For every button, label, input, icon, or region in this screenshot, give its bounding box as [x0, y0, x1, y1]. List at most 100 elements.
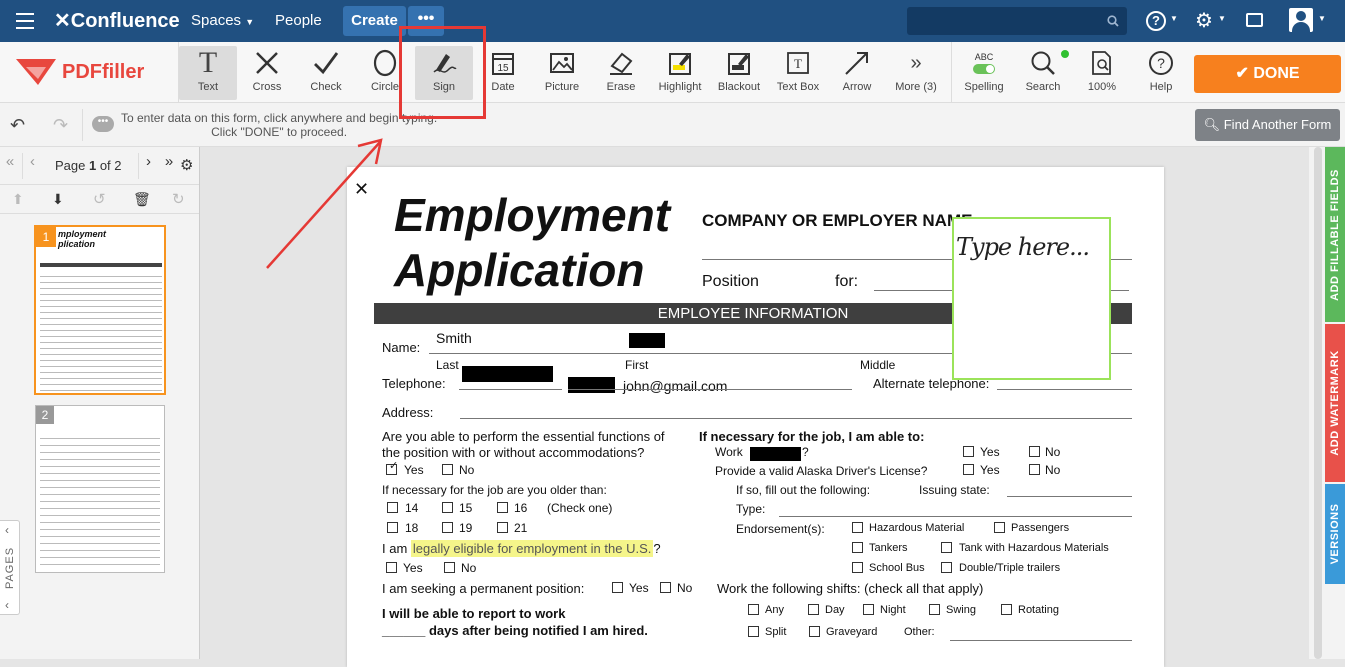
- for-label: for:: [835, 273, 859, 290]
- checkbox-eligible-yes[interactable]: [386, 562, 397, 573]
- rotate-page-icon[interactable]: ↺: [93, 190, 106, 208]
- checkbox-work-yes[interactable]: [963, 446, 974, 457]
- people-link[interactable]: People: [275, 12, 322, 29]
- name-label: Name:: [382, 340, 421, 355]
- page-thumbnail-1[interactable]: 1 mployment plication: [34, 225, 166, 395]
- add-fillable-fields-tab[interactable]: ADD FILLABLE FIELDS: [1325, 147, 1345, 322]
- checkbox-shift-any[interactable]: [748, 604, 759, 615]
- checkbox-license-yes[interactable]: [963, 464, 974, 475]
- checkbox-work-no[interactable]: [1029, 446, 1040, 457]
- page-thumbnail-2[interactable]: 2: [35, 405, 165, 573]
- menu-icon[interactable]: [16, 13, 34, 29]
- add-watermark-tab[interactable]: ADD WATERMARK: [1325, 324, 1345, 482]
- checkbox-shift-rotating[interactable]: [1001, 604, 1012, 615]
- no-label: No: [1045, 445, 1061, 459]
- chevron-down-icon: ▼: [245, 17, 255, 27]
- endorsements-label: Endorsement(s):: [736, 522, 825, 536]
- tool-help[interactable]: ? Help: [1132, 46, 1190, 100]
- yes-label: Yes: [404, 463, 424, 477]
- next-page-button[interactable]: ›: [138, 153, 158, 179]
- tankers-label: Tankers: [869, 542, 908, 554]
- search-input[interactable]: [907, 7, 1127, 35]
- move-page-up-icon[interactable]: ⬆: [12, 191, 24, 208]
- highlighter-icon: [651, 46, 709, 80]
- find-another-form-button[interactable]: 🔍︎ Find Another Form: [1195, 109, 1340, 141]
- checkbox-double-triple[interactable]: [941, 562, 952, 573]
- shift-label: Night: [880, 604, 906, 616]
- tool-zoom[interactable]: 100%: [1073, 46, 1131, 100]
- prev-page-button[interactable]: ‹: [22, 153, 42, 179]
- checkbox-age-14[interactable]: [387, 502, 398, 513]
- confluence-logo[interactable]: ✕Confluence: [54, 8, 180, 33]
- checkbox-essential-yes[interactable]: ✓: [386, 460, 398, 475]
- avatar[interactable]: [1289, 8, 1313, 32]
- create-button[interactable]: Create: [343, 6, 406, 36]
- tool-spelling[interactable]: ABC Spelling: [955, 46, 1013, 100]
- tool-picture[interactable]: Picture: [533, 46, 591, 100]
- help-icon[interactable]: ?: [1146, 11, 1166, 31]
- check-one-label: (Check one): [547, 501, 613, 515]
- blackout-box: [462, 366, 553, 382]
- checkbox-essential-no[interactable]: [442, 464, 453, 475]
- tool-cross[interactable]: Cross: [238, 46, 296, 100]
- redo-icon[interactable]: ↷: [53, 115, 68, 136]
- if-so-label: If so, fill out the following:: [736, 483, 871, 497]
- checkbox-eligible-no[interactable]: [444, 562, 455, 573]
- name-value[interactable]: Smith: [436, 330, 472, 346]
- report-line-1: I will be able to report to work: [382, 606, 566, 621]
- last-label: Last: [436, 358, 459, 372]
- first-page-button[interactable]: «: [0, 153, 20, 179]
- refresh-icon[interactable]: ↻: [172, 190, 185, 208]
- svg-text:15: 15: [497, 63, 509, 74]
- tool-text[interactable]: T Text: [179, 46, 237, 100]
- checkbox-school-bus[interactable]: [852, 562, 863, 573]
- checkbox-shift-day[interactable]: [808, 604, 819, 615]
- signature-field[interactable]: Type here...: [952, 217, 1111, 380]
- tool-highlight[interactable]: Highlight: [651, 46, 709, 100]
- tool-arrow[interactable]: Arrow: [828, 46, 886, 100]
- inbox-icon[interactable]: [1246, 13, 1263, 27]
- check-icon: ✔: [1235, 65, 1249, 82]
- checkbox-passengers[interactable]: [994, 522, 1005, 533]
- checkbox-permanent-no[interactable]: [660, 582, 671, 593]
- gear-icon[interactable]: ⚙: [180, 156, 193, 174]
- versions-tab[interactable]: VERSIONS: [1325, 484, 1345, 584]
- checkbox-shift-swing[interactable]: [929, 604, 940, 615]
- move-page-down-icon[interactable]: ⬇: [52, 191, 64, 208]
- checkbox-license-no[interactable]: [1029, 464, 1040, 475]
- checkbox-tank-hazmat[interactable]: [941, 542, 952, 553]
- checkbox-shift-graveyard[interactable]: [809, 626, 820, 637]
- trash-icon[interactable]: 🗑︎: [133, 191, 151, 208]
- tool-more[interactable]: » More (3): [887, 46, 945, 100]
- spaces-menu[interactable]: Spaces ▼: [191, 12, 254, 29]
- tool-text-box[interactable]: T Text Box: [769, 46, 827, 100]
- tool-erase[interactable]: Erase: [592, 46, 650, 100]
- tool-blackout[interactable]: Blackout: [710, 46, 768, 100]
- checkbox-age-19[interactable]: [442, 522, 453, 533]
- checkbox-age-15[interactable]: [442, 502, 453, 513]
- done-button[interactable]: ✔ DONE: [1194, 55, 1341, 93]
- tool-check[interactable]: Check: [297, 46, 355, 100]
- doc-title-line2: Application: [394, 244, 645, 296]
- checkbox-tankers[interactable]: [852, 542, 863, 553]
- pages-tab[interactable]: ‹ PAGES ‹: [0, 520, 20, 615]
- shift-label: Any: [765, 604, 784, 616]
- undo-icon[interactable]: ↶: [10, 115, 25, 136]
- scrollbar[interactable]: [1314, 147, 1322, 659]
- checkbox-age-18[interactable]: [387, 522, 398, 533]
- chevron-down-icon: ▼: [1318, 14, 1326, 23]
- shift-label: Swing: [946, 604, 976, 616]
- age-label: 18: [405, 521, 419, 535]
- q-permanent: I am seeking a permanent position:: [382, 581, 585, 596]
- checkbox-permanent-yes[interactable]: [612, 582, 623, 593]
- pdf-page[interactable]: ✕ Employment Application COMPANY OR EMPL…: [347, 167, 1164, 667]
- middle-label: Middle: [860, 358, 896, 372]
- checkbox-shift-night[interactable]: [863, 604, 874, 615]
- gear-icon[interactable]: ⚙: [1195, 8, 1213, 33]
- checkbox-shift-split[interactable]: [748, 626, 759, 637]
- checkbox-age-16[interactable]: [497, 502, 508, 513]
- last-page-button[interactable]: »: [159, 153, 179, 179]
- checkbox-age-21[interactable]: [497, 522, 508, 533]
- email-value[interactable]: john@gmail.com: [623, 378, 727, 394]
- checkbox-hazmat[interactable]: [852, 522, 863, 533]
